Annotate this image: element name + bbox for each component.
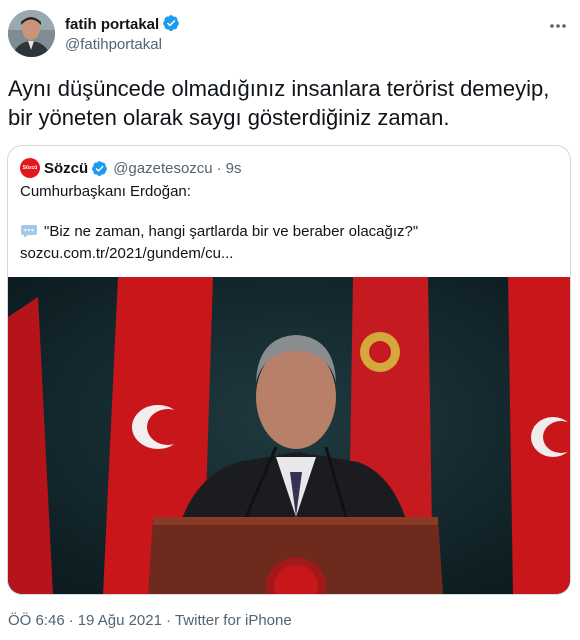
tweet-meta: ÖÖ 6:46 · 19 Ağu 2021 · Twitter for iPhone — [8, 612, 292, 629]
verified-badge-icon — [92, 160, 108, 176]
tweet-date[interactable]: 19 Ağu 2021 — [78, 612, 162, 629]
more-options-button[interactable] — [546, 14, 570, 38]
quoted-tweet-line-1: Cumhurbaşkanı Erdoğan: — [20, 183, 191, 200]
sozcu-logo: Sözcü — [20, 158, 40, 178]
quoted-tweet-link[interactable]: sozcu.com.tr/2021/gundem/cu... — [20, 245, 233, 262]
avatar-image — [8, 10, 55, 57]
author-handle[interactable]: @fatihportakal — [65, 36, 162, 53]
quoted-tweet-image[interactable] — [8, 277, 570, 594]
separator-dot: · — [216, 159, 222, 177]
avatar[interactable] — [8, 10, 55, 57]
quoted-author-name[interactable]: Sözcü — [44, 160, 88, 177]
quoted-tweet-line-2: "Biz ne zaman, hangi şartlarda bir ve be… — [20, 223, 418, 240]
quoted-author-handle[interactable]: @gazetesozcu — [113, 160, 212, 177]
more-icon — [550, 24, 566, 28]
quoted-tweet-card[interactable]: Sözcü Sözcü @gazetesozcu · 9s Cumhurbaşk… — [7, 145, 571, 595]
speech-bubble-icon — [21, 225, 37, 238]
tweet-source[interactable]: Twitter for iPhone — [175, 612, 292, 629]
author-name-text: fatih portakal — [65, 16, 160, 33]
tweet-text: Aynı düşüncede olmadığınız insanlara ter… — [8, 76, 550, 130]
quoted-tweet-time[interactable]: 9s — [226, 160, 242, 177]
quoted-tweet-quote-text: "Biz ne zaman, hangi şartlarda bir ve be… — [44, 223, 419, 240]
tweet: fatih portakal @fatihportakal Aynı düşün… — [0, 0, 580, 640]
logo-text: Sözcü — [22, 165, 38, 171]
author-name[interactable]: fatih portakal — [65, 14, 180, 33]
separator-dot: · — [165, 612, 171, 629]
press-conference-photo — [8, 277, 570, 594]
quoted-tweet-header: Sözcü Sözcü @gazetesozcu · 9s — [20, 158, 241, 178]
separator-dot: · — [68, 612, 74, 629]
verified-badge-icon — [163, 15, 180, 31]
tweet-time[interactable]: ÖÖ 6:46 — [8, 612, 65, 629]
